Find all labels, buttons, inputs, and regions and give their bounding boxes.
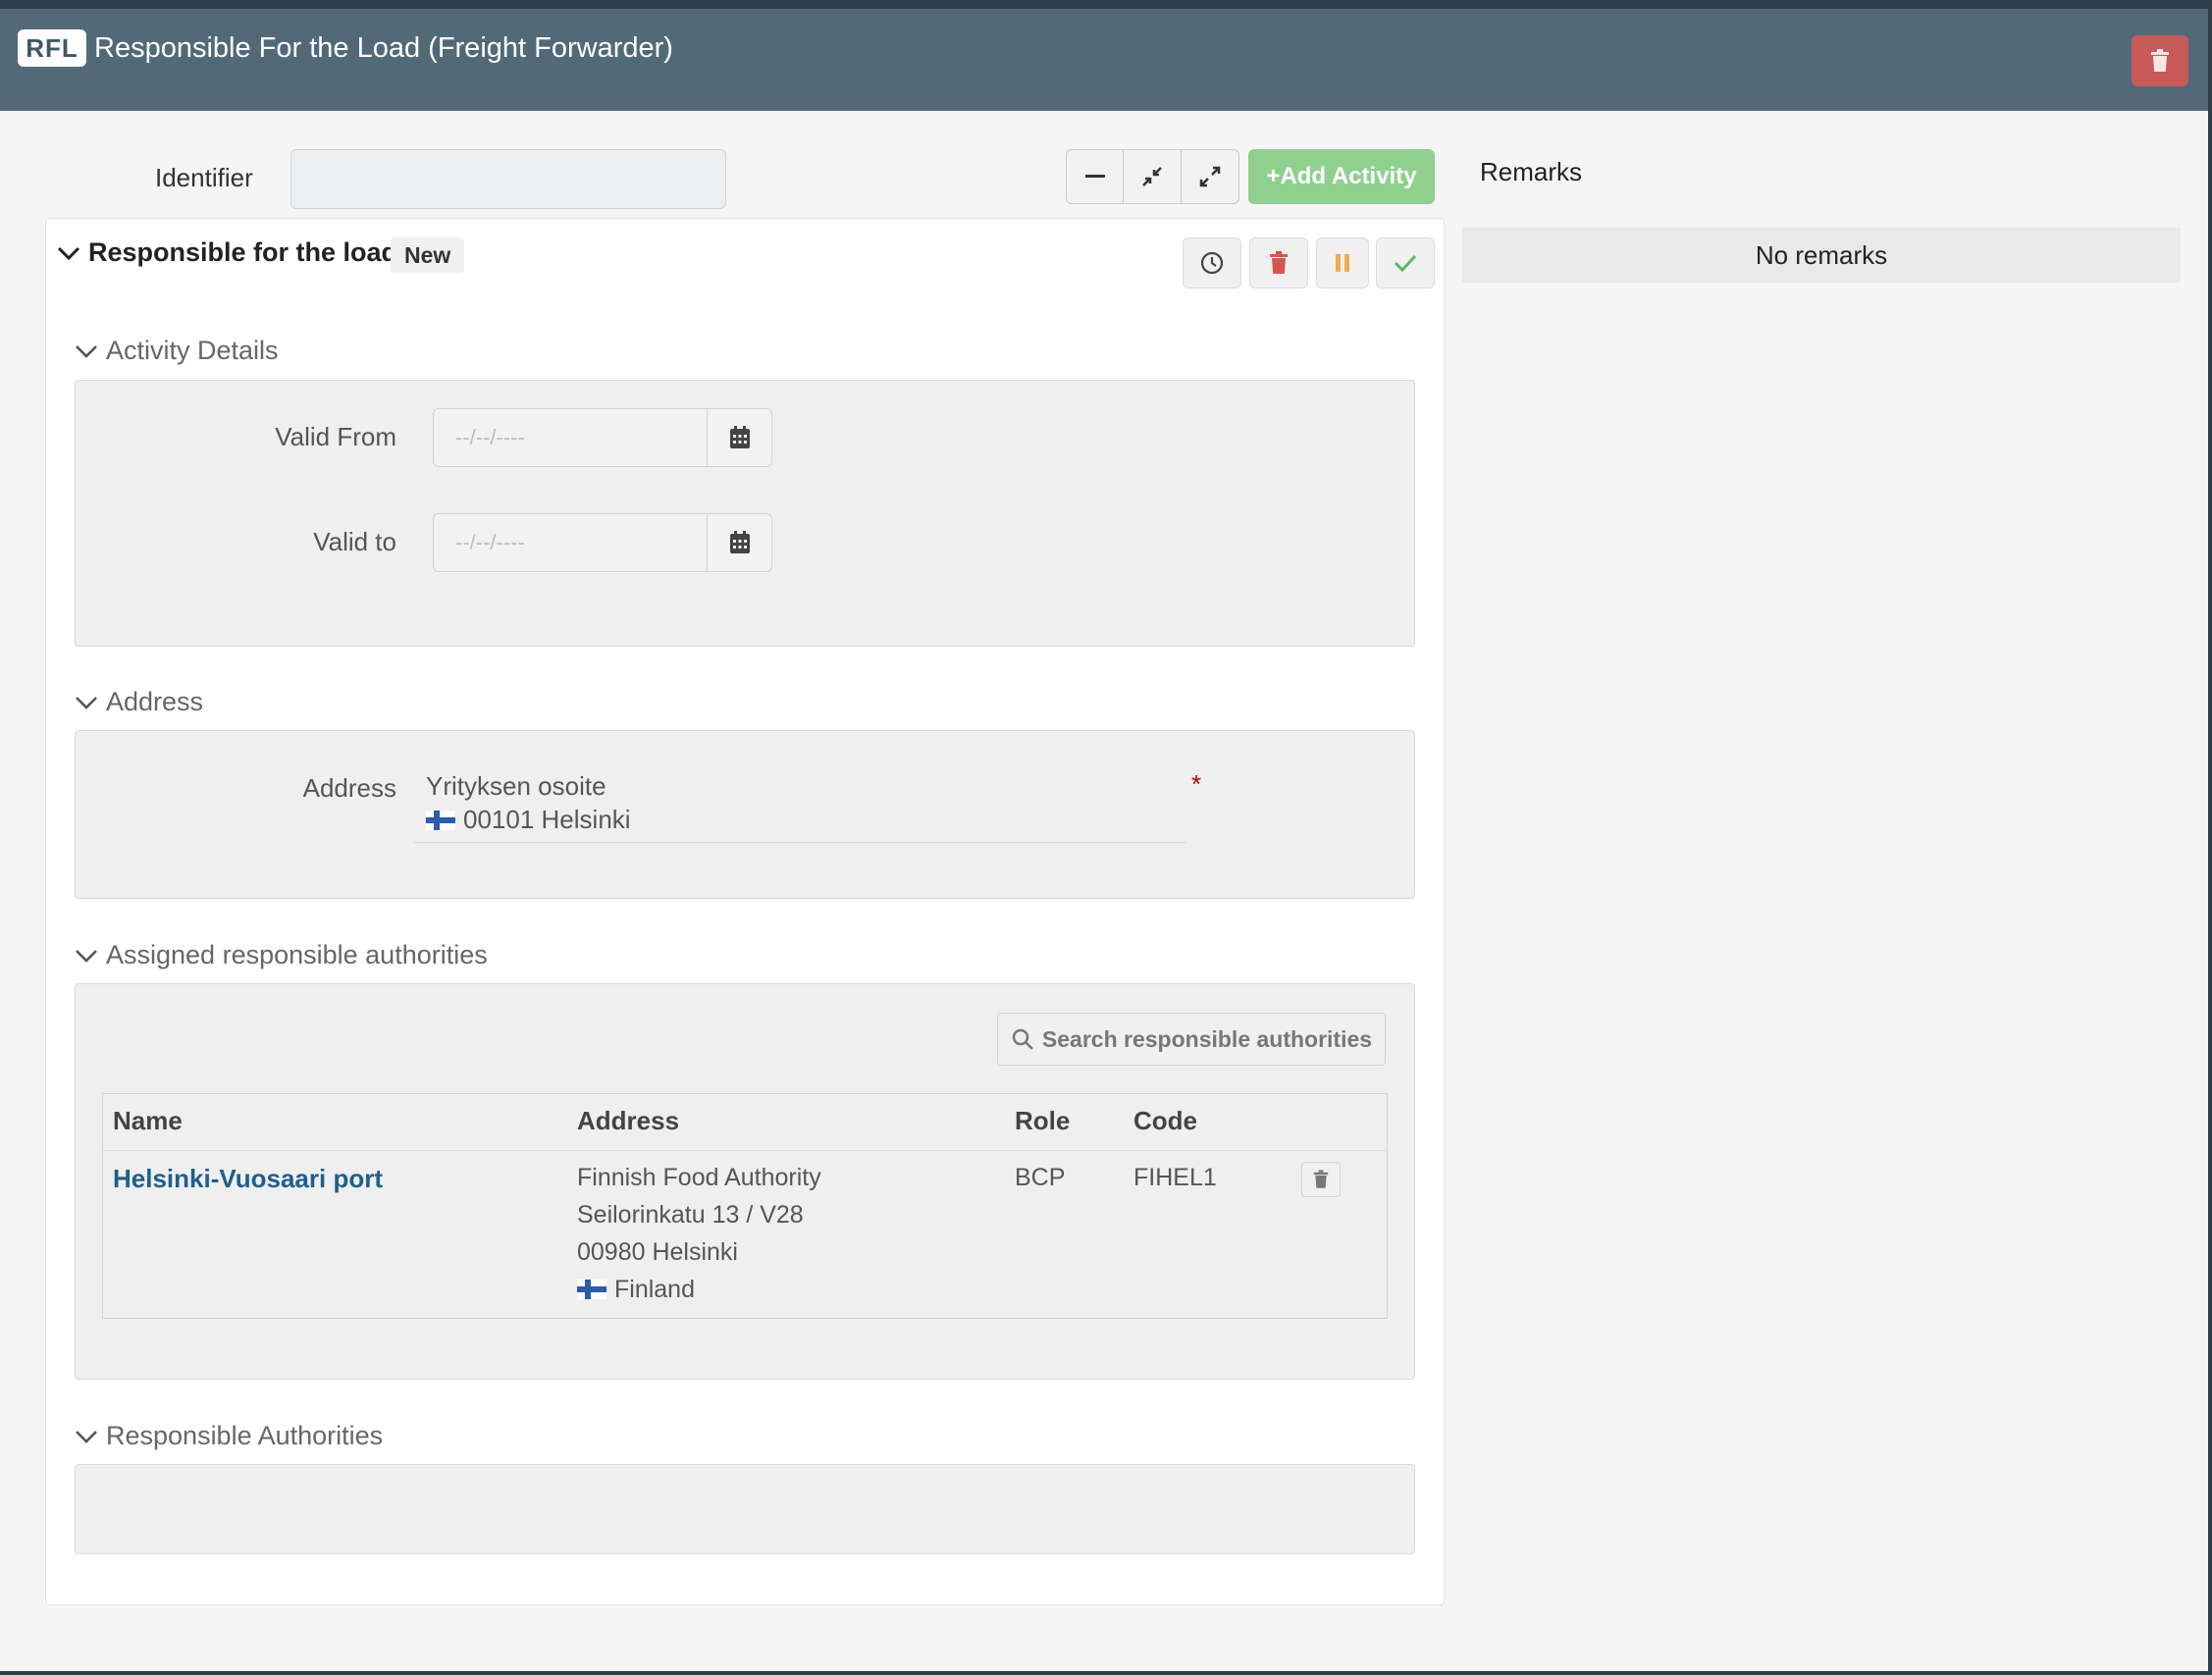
check-icon xyxy=(1394,254,1417,273)
delete-activity-button[interactable] xyxy=(1249,237,1308,288)
section-title: Responsible Authorities xyxy=(106,1421,384,1450)
search-authorities-button[interactable]: Search responsible authorities xyxy=(997,1013,1386,1066)
compress-button[interactable] xyxy=(1124,149,1182,204)
dialog-title: Responsible For the Load (Freight Forwar… xyxy=(94,32,673,64)
authority-code: FIHEL1 xyxy=(1133,1164,1217,1191)
address-line2-row: 00101 Helsinki xyxy=(426,805,631,835)
finland-flag-icon xyxy=(577,1280,606,1299)
address-line2: 00101 Helsinki xyxy=(463,805,631,834)
section-title: Address xyxy=(106,687,204,716)
authority-address: Finnish Food Authority Seilorinkatu 13 /… xyxy=(577,1159,821,1308)
column-header-role: Role xyxy=(1015,1106,1071,1135)
expand-button[interactable] xyxy=(1182,149,1239,204)
column-header-name: Name xyxy=(113,1106,183,1135)
calendar-icon xyxy=(729,426,750,448)
delete-document-button[interactable] xyxy=(2132,35,2188,86)
section-title: Activity Details xyxy=(106,336,279,365)
authority-country: Finland xyxy=(614,1276,695,1303)
search-label: Search responsible authorities xyxy=(1041,1025,1373,1052)
finland-flag-icon xyxy=(426,810,455,830)
column-header-address: Address xyxy=(577,1106,680,1135)
activity-header[interactable]: Responsible for the load xyxy=(57,237,397,268)
trash-icon xyxy=(1313,1170,1329,1188)
authority-address-line: 00980 Helsinki xyxy=(577,1238,738,1266)
history-icon xyxy=(1200,251,1224,275)
address-box xyxy=(75,730,1415,899)
valid-to-calendar-button[interactable] xyxy=(707,514,771,571)
remarks-empty: No remarks xyxy=(1462,228,2181,283)
section-assigned-authorities[interactable]: Assigned responsible authorities xyxy=(75,940,488,970)
confirm-activity-button[interactable] xyxy=(1376,237,1435,288)
rfl-badge: RFL xyxy=(18,29,86,67)
calendar-icon xyxy=(729,531,750,553)
valid-from-field: --/--/---- xyxy=(433,408,772,467)
status-badge: New xyxy=(391,237,465,273)
required-indicator: * xyxy=(1191,769,1202,799)
valid-to-field: --/--/---- xyxy=(433,513,772,572)
authority-role: BCP xyxy=(1015,1164,1066,1191)
valid-from-input[interactable]: --/--/---- xyxy=(434,409,707,466)
valid-to-input[interactable]: --/--/---- xyxy=(434,514,707,571)
authority-name-link[interactable]: Helsinki-Vuosaari port xyxy=(113,1164,383,1194)
valid-to-label: Valid to xyxy=(313,527,396,556)
section-address[interactable]: Address xyxy=(75,687,203,717)
trash-icon xyxy=(1270,251,1288,274)
minus-icon xyxy=(1084,175,1105,178)
search-icon xyxy=(1012,1028,1033,1050)
view-toggle-group xyxy=(1066,149,1239,204)
activity-title: Responsible for the load xyxy=(88,237,398,267)
section-title: Assigned responsible authorities xyxy=(106,940,488,969)
section-responsible-authorities[interactable]: Responsible Authorities xyxy=(75,1421,383,1451)
window-bottom-border xyxy=(0,1671,2212,1675)
valid-from-label: Valid From xyxy=(275,422,396,451)
chevron-down-icon xyxy=(76,344,97,358)
identifier-label: Identifier xyxy=(155,163,253,192)
authority-address-line: Seilorinkatu 13 / V28 xyxy=(577,1201,804,1229)
window-right-border xyxy=(2208,0,2212,1675)
chevron-down-icon xyxy=(76,696,97,709)
pause-icon xyxy=(1336,254,1349,272)
collapse-all-button[interactable] xyxy=(1066,149,1124,204)
compress-icon xyxy=(1142,167,1162,186)
address-label: Address xyxy=(302,773,396,803)
address-line1: Yrityksen osoite xyxy=(426,771,606,801)
valid-from-calendar-button[interactable] xyxy=(707,409,771,466)
history-button[interactable] xyxy=(1183,237,1241,288)
section-activity-details[interactable]: Activity Details xyxy=(75,336,279,366)
chevron-down-icon xyxy=(76,949,97,963)
responsible-authorities-box xyxy=(75,1464,1415,1554)
column-header-code: Code xyxy=(1133,1106,1197,1135)
remove-authority-button[interactable] xyxy=(1301,1162,1341,1197)
address-underline xyxy=(414,842,1185,843)
table-header-divider xyxy=(103,1150,1387,1151)
authority-country-row: Finland xyxy=(577,1271,821,1308)
trash-icon xyxy=(2151,49,2169,72)
chevron-down-icon xyxy=(57,246,80,260)
chevron-down-icon xyxy=(76,1430,97,1443)
remarks-label: Remarks xyxy=(1480,157,1583,186)
pause-activity-button[interactable] xyxy=(1316,237,1369,288)
expand-icon xyxy=(1199,166,1221,187)
authority-address-line: Finnish Food Authority xyxy=(577,1164,821,1191)
add-activity-button[interactable]: +Add Activity xyxy=(1248,149,1435,204)
top-border xyxy=(0,0,2212,9)
identifier-input[interactable] xyxy=(290,149,726,209)
